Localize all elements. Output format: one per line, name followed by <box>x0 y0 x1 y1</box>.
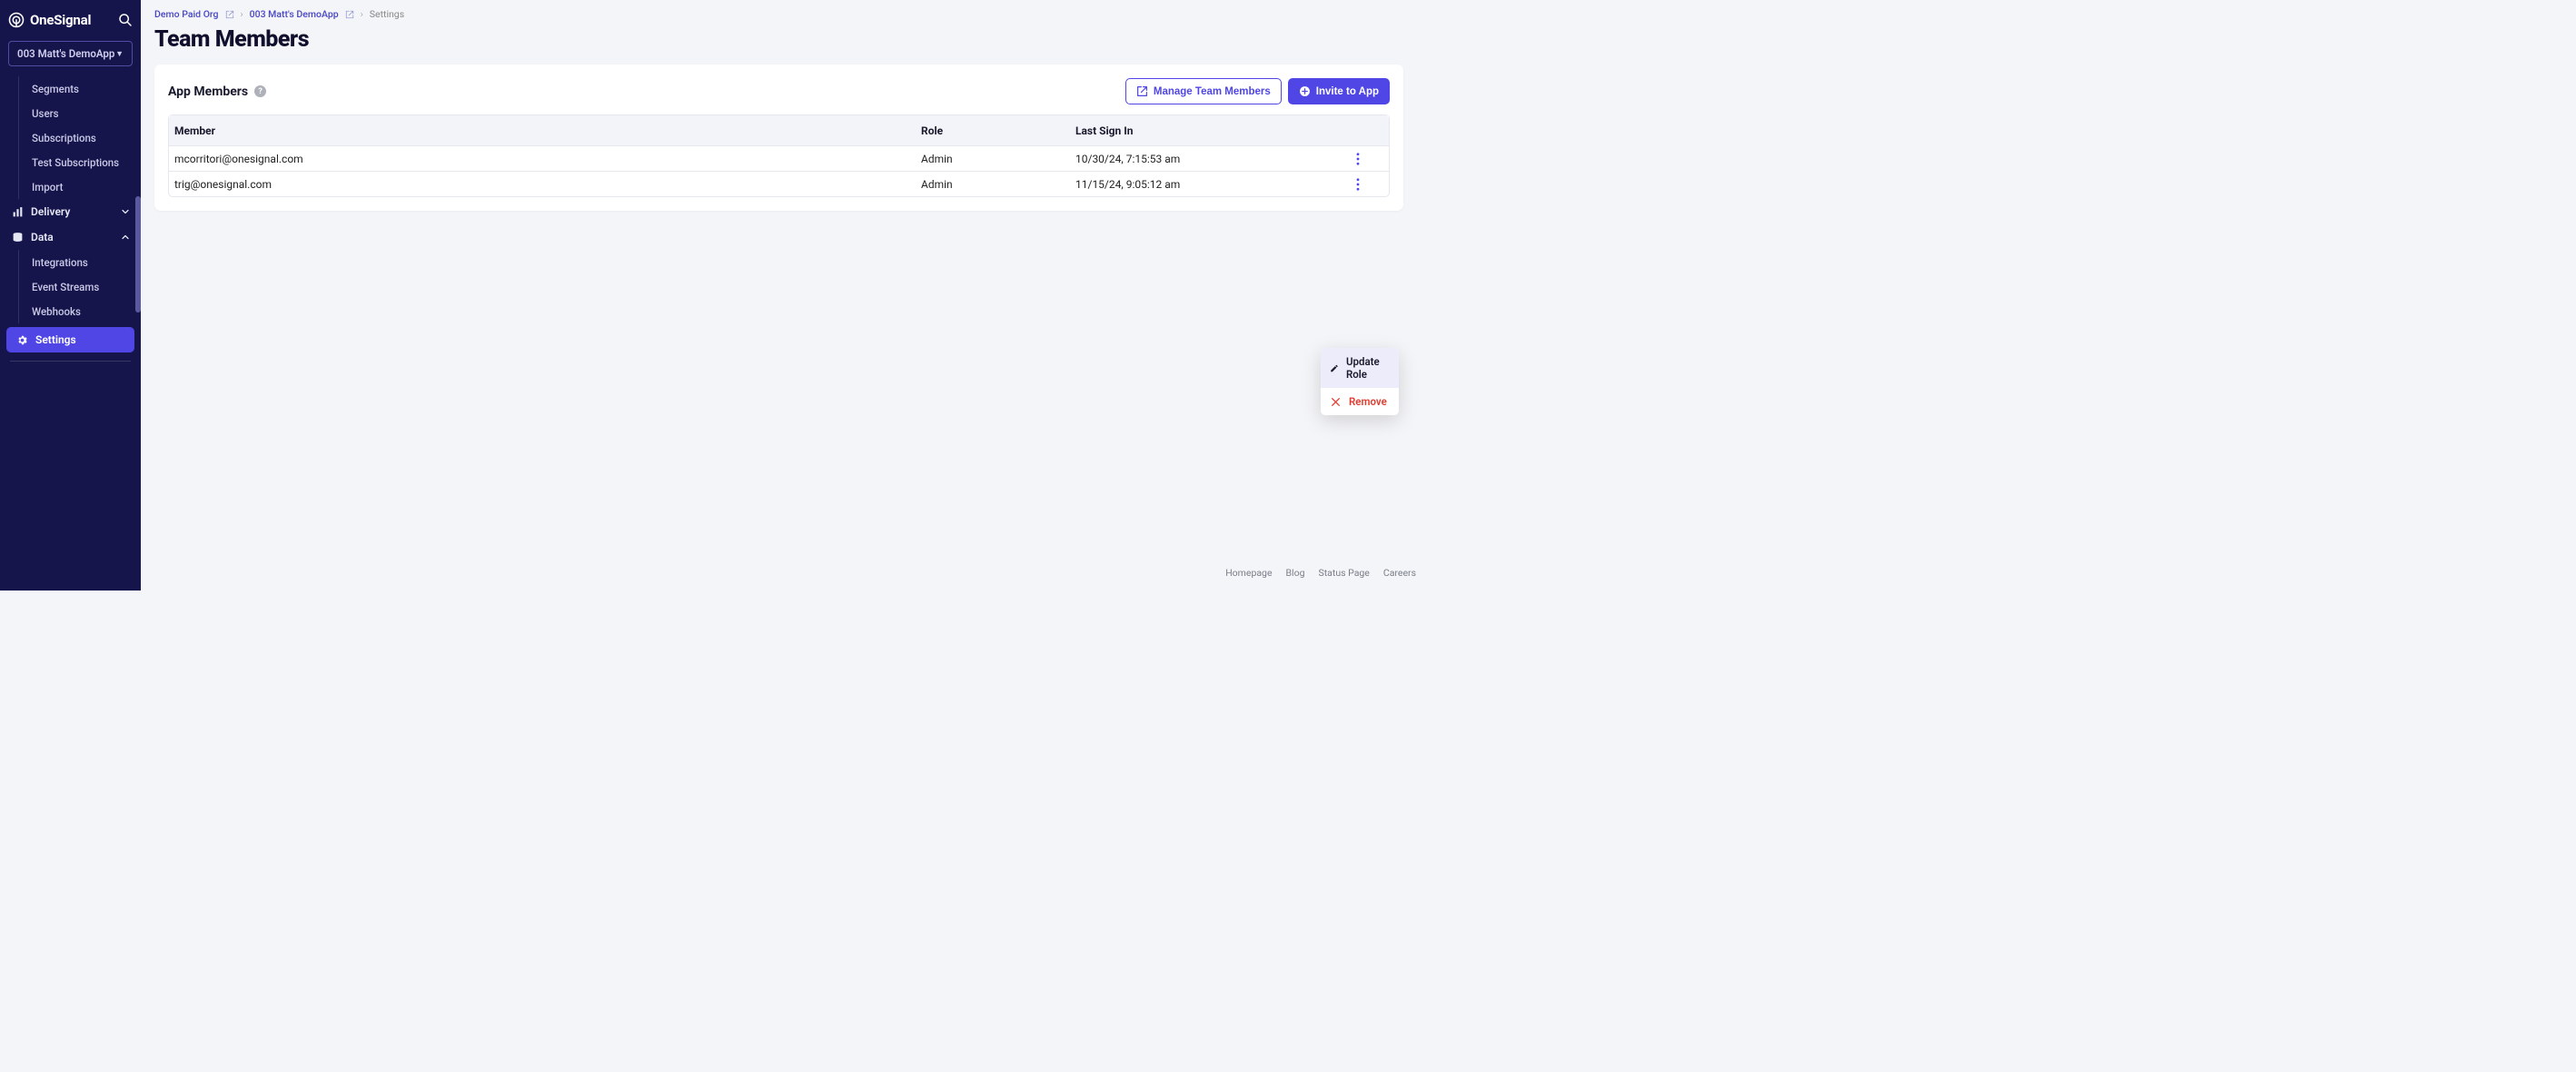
brand-logo[interactable]: OneSignal <box>8 12 91 28</box>
manage-team-members-button[interactable]: Manage Team Members <box>1125 78 1282 104</box>
close-icon <box>1330 396 1342 408</box>
cell-member: trig@onesignal.com <box>174 178 921 191</box>
sidebar: OneSignal 003 Matt's DemoApp ▼ Segments … <box>0 0 141 591</box>
delivery-label: Delivery <box>31 205 70 218</box>
row-actions-menu[interactable] <box>1348 174 1368 194</box>
col-last-sign-in: Last Sign In <box>1075 124 1348 137</box>
nav-subgroup-top: Segments Users Subscriptions Test Subscr… <box>18 76 141 199</box>
kebab-icon <box>1356 153 1360 165</box>
breadcrumb-org[interactable]: Demo Paid Org <box>154 8 219 20</box>
app-selector[interactable]: 003 Matt's DemoApp ▼ <box>8 41 133 66</box>
footer-links: Homepage Blog Status Page Careers <box>141 567 1417 579</box>
gear-icon <box>16 334 28 346</box>
sidebar-item-integrations[interactable]: Integrations <box>21 250 141 274</box>
data-label: Data <box>31 231 54 243</box>
help-icon[interactable]: ? <box>254 85 266 97</box>
breadcrumb-app[interactable]: 003 Matt's DemoApp <box>250 8 339 20</box>
sidebar-nav: Segments Users Subscriptions Test Subscr… <box>0 66 141 591</box>
footer-status[interactable]: Status Page <box>1319 567 1370 579</box>
col-member: Member <box>174 124 921 137</box>
page-title: Team Members <box>141 20 1417 53</box>
sidebar-group-data[interactable]: Data <box>0 224 141 250</box>
sidebar-item-subscriptions[interactable]: Subscriptions <box>21 125 141 150</box>
table-row: mcorritori@onesignal.com Admin 10/30/24,… <box>169 145 1389 171</box>
sidebar-item-users[interactable]: Users <box>21 101 141 125</box>
cell-role: Admin <box>921 153 1075 165</box>
cell-role: Admin <box>921 178 1075 191</box>
plus-circle-icon <box>1299 85 1311 97</box>
onesignal-logo-icon <box>8 12 25 28</box>
row-actions-menu[interactable] <box>1348 149 1368 169</box>
sidebar-item-settings[interactable]: Settings <box>6 327 134 352</box>
breadcrumbs: Demo Paid Org › 003 Matt's DemoApp › Set… <box>141 8 1417 20</box>
pencil-icon <box>1330 362 1339 374</box>
footer-careers[interactable]: Careers <box>1383 567 1416 579</box>
nav-subgroup-data: Integrations Event Streams Webhooks <box>18 250 141 323</box>
sidebar-group-delivery[interactable]: Delivery <box>0 199 141 224</box>
chevron-right-icon: › <box>361 8 363 20</box>
card-title: App Members <box>168 84 248 99</box>
cell-member: mcorritori@onesignal.com <box>174 153 921 165</box>
table-row: trig@onesignal.com Admin 11/15/24, 9:05:… <box>169 171 1389 196</box>
chevron-up-icon <box>120 232 131 243</box>
external-link-icon[interactable] <box>345 10 354 19</box>
brand-name: OneSignal <box>30 12 91 28</box>
caret-down-icon: ▼ <box>115 49 124 59</box>
sidebar-header: OneSignal <box>0 0 141 31</box>
cell-last-sign-in: 10/30/24, 7:15:53 am <box>1075 153 1348 165</box>
sidebar-item-import[interactable]: Import <box>21 174 141 199</box>
popup-remove[interactable]: Remove <box>1321 388 1399 415</box>
search-button[interactable] <box>118 13 133 27</box>
manage-button-label: Manage Team Members <box>1154 86 1271 97</box>
footer-homepage[interactable]: Homepage <box>1225 567 1272 579</box>
app-selector-label: 003 Matt's DemoApp <box>17 47 114 60</box>
search-icon <box>118 13 133 27</box>
sidebar-scrollbar[interactable] <box>135 196 141 313</box>
members-card: App Members ? Manage Team Members Invite… <box>154 65 1403 211</box>
database-icon <box>12 232 24 243</box>
breadcrumb-current: Settings <box>370 8 404 20</box>
popup-update-label: Update Role <box>1346 355 1390 381</box>
external-link-icon[interactable] <box>225 10 234 19</box>
bar-chart-icon <box>12 206 24 218</box>
chevron-down-icon <box>120 206 131 217</box>
popup-update-role[interactable]: Update Role <box>1321 348 1399 388</box>
sidebar-item-segments[interactable]: Segments <box>21 76 141 101</box>
sidebar-item-test-subscriptions[interactable]: Test Subscriptions <box>21 150 141 174</box>
invite-to-app-button[interactable]: Invite to App <box>1288 78 1390 104</box>
sidebar-item-event-streams[interactable]: Event Streams <box>21 274 141 299</box>
kebab-icon <box>1356 178 1360 191</box>
row-actions-popup: Update Role Remove <box>1321 348 1399 415</box>
popup-remove-label: Remove <box>1349 395 1387 408</box>
table-header: Member Role Last Sign In <box>169 115 1389 145</box>
sidebar-item-webhooks[interactable]: Webhooks <box>21 299 141 323</box>
card-header: App Members ? Manage Team Members Invite… <box>168 78 1390 104</box>
settings-label: Settings <box>35 333 76 346</box>
footer-blog[interactable]: Blog <box>1286 567 1305 579</box>
external-link-icon <box>1136 85 1148 97</box>
chevron-right-icon: › <box>241 8 243 20</box>
main-content: Demo Paid Org › 003 Matt's DemoApp › Set… <box>141 0 1417 591</box>
sidebar-divider <box>10 361 131 362</box>
cell-last-sign-in: 11/15/24, 9:05:12 am <box>1075 178 1348 191</box>
col-role: Role <box>921 124 1075 137</box>
invite-button-label: Invite to App <box>1316 86 1379 97</box>
members-table: Member Role Last Sign In mcorritori@ones… <box>168 114 1390 197</box>
